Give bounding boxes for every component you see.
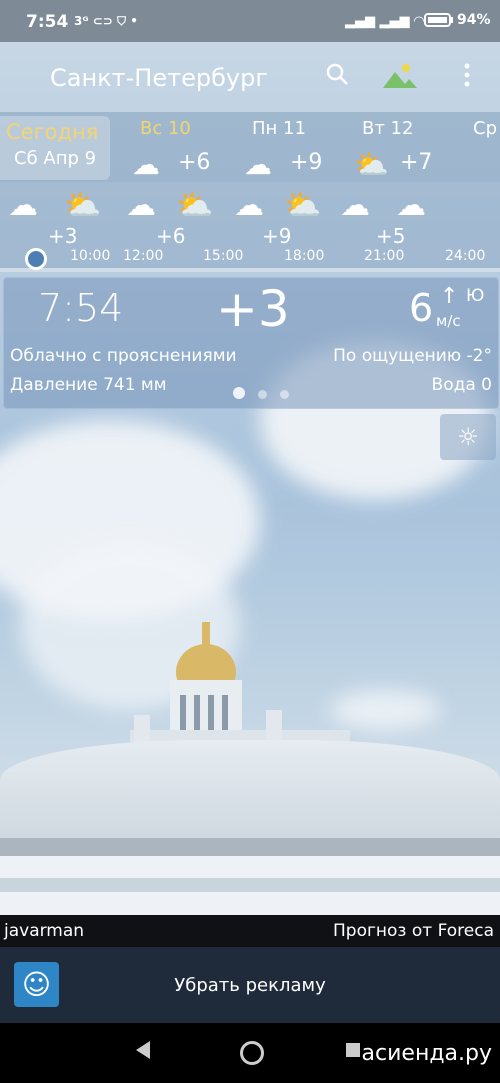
day-temp: +6	[178, 150, 211, 175]
day-label: Ср	[473, 118, 497, 139]
back-icon[interactable]	[136, 1041, 150, 1059]
status-bar: 7:54 3ᴳ ⊂⊃ ⛉ • ▂▄▆ ▂▄▆ ◠ 94%	[0, 0, 500, 42]
water-text: Вода 0	[431, 375, 492, 395]
current-temp: +3	[216, 280, 290, 338]
rain-cloud-icon: ☁	[244, 148, 272, 181]
wind-arrow-icon: ↑	[440, 284, 459, 309]
hourly-scrollbar[interactable]	[0, 268, 500, 272]
page-indicator	[233, 384, 290, 403]
sun-icon: ☼	[457, 423, 479, 451]
condition-text: Облачно с прояснениями	[10, 346, 237, 366]
wind-direction: Ю	[466, 286, 485, 306]
hour-temp: +3	[48, 224, 78, 248]
partly-cloudy-icon: ⛅	[354, 148, 389, 181]
day-date: Сб Апр 9	[14, 148, 97, 169]
cloud-icon: ☁	[8, 188, 38, 223]
day-tue[interactable]: Вт 12 ⛅ +7	[354, 118, 472, 181]
pressure-text: Давление 741 мм	[10, 375, 167, 395]
battery-icon	[424, 13, 454, 31]
hour-time: 21:00	[364, 248, 405, 264]
remove-ads-label: Убрать рекламу	[174, 975, 326, 996]
day-temp: +7	[400, 150, 433, 175]
day-label: Сегодня	[6, 120, 99, 144]
current-time: 7:54	[38, 286, 124, 330]
hour-temp: +5	[376, 224, 406, 248]
day-temp: +9	[290, 150, 323, 175]
hour-time: 24:00	[445, 248, 486, 264]
more-menu-icon[interactable]	[452, 62, 482, 92]
hour-time: 15:00	[203, 248, 244, 264]
wind-speed: 6	[409, 286, 434, 330]
day-label: Вс 10	[140, 118, 191, 139]
day-sun[interactable]: Вс 10 ☁ +6	[132, 118, 250, 181]
status-time: 7:54	[26, 12, 69, 32]
hour-time: 10:00	[70, 248, 111, 264]
current-conditions-card[interactable]: 7:54 +3 6 ↑ Ю м/с Облачно с прояснениями…	[3, 277, 499, 409]
city-title[interactable]: Санкт-Петербург	[50, 64, 268, 92]
day-wed[interactable]: Ср ⛅	[473, 118, 500, 139]
partly-cloudy-icon: ⛅	[64, 188, 102, 223]
signal-icon: ▂▄▆ ▂▄▆ ◠	[345, 14, 425, 29]
rain-cloud-icon: ☁	[126, 188, 156, 223]
sun-moon-button[interactable]: ☼	[440, 414, 496, 460]
hour-time: 12:00	[123, 248, 164, 264]
home-icon[interactable]	[240, 1041, 264, 1065]
watermark: асиенда.ру	[361, 1041, 492, 1066]
battery-level: 94%	[457, 12, 491, 28]
hour-temp: +9	[262, 224, 292, 248]
rain-cloud-icon: ☁	[396, 188, 426, 223]
moon-cloud-icon: ☁	[340, 188, 370, 223]
provider-link[interactable]: Прогноз от Foreca	[333, 915, 494, 947]
hour-time: 18:00	[284, 248, 325, 264]
wind-unit: м/с	[436, 312, 461, 330]
day-label: Пн 11	[252, 118, 306, 139]
partly-cloudy-icon: ⛅	[284, 188, 322, 223]
day-mon[interactable]: Пн 11 ☁ +9	[244, 118, 362, 181]
partly-cloudy-icon: ⛅	[176, 188, 214, 223]
rain-cloud-icon: ☁	[234, 188, 264, 223]
day-label: Вт 12	[362, 118, 414, 139]
current-time-marker	[25, 248, 47, 270]
search-icon[interactable]	[322, 62, 352, 92]
rain-cloud-icon: ☁	[132, 148, 160, 181]
recents-icon[interactable]	[346, 1043, 360, 1057]
app-toolbar: Санкт-Петербург	[0, 42, 500, 112]
photo-author[interactable]: javarman	[4, 915, 84, 947]
network-icon: 3ᴳ ⊂⊃ ⛉ •	[74, 14, 138, 28]
hourly-forecast: ☁ ⛅ ☁ ⛅ ☁ ⛅ ☁ ☁ +3 +6 +9 +5 10:00 12:00 …	[0, 182, 500, 272]
credit-bar: javarman Прогноз от Foreca	[0, 915, 500, 947]
hour-temp: +6	[156, 224, 186, 248]
feels-like-text: По ощущению -2°	[333, 346, 492, 366]
day-today[interactable]: Сегодня Сб Апр 9	[6, 120, 116, 169]
image-icon[interactable]	[383, 62, 417, 92]
system-nav-bar: асиенда.ру	[0, 1023, 500, 1083]
remove-ads-bar[interactable]: ☺ Убрать рекламу	[0, 947, 500, 1023]
